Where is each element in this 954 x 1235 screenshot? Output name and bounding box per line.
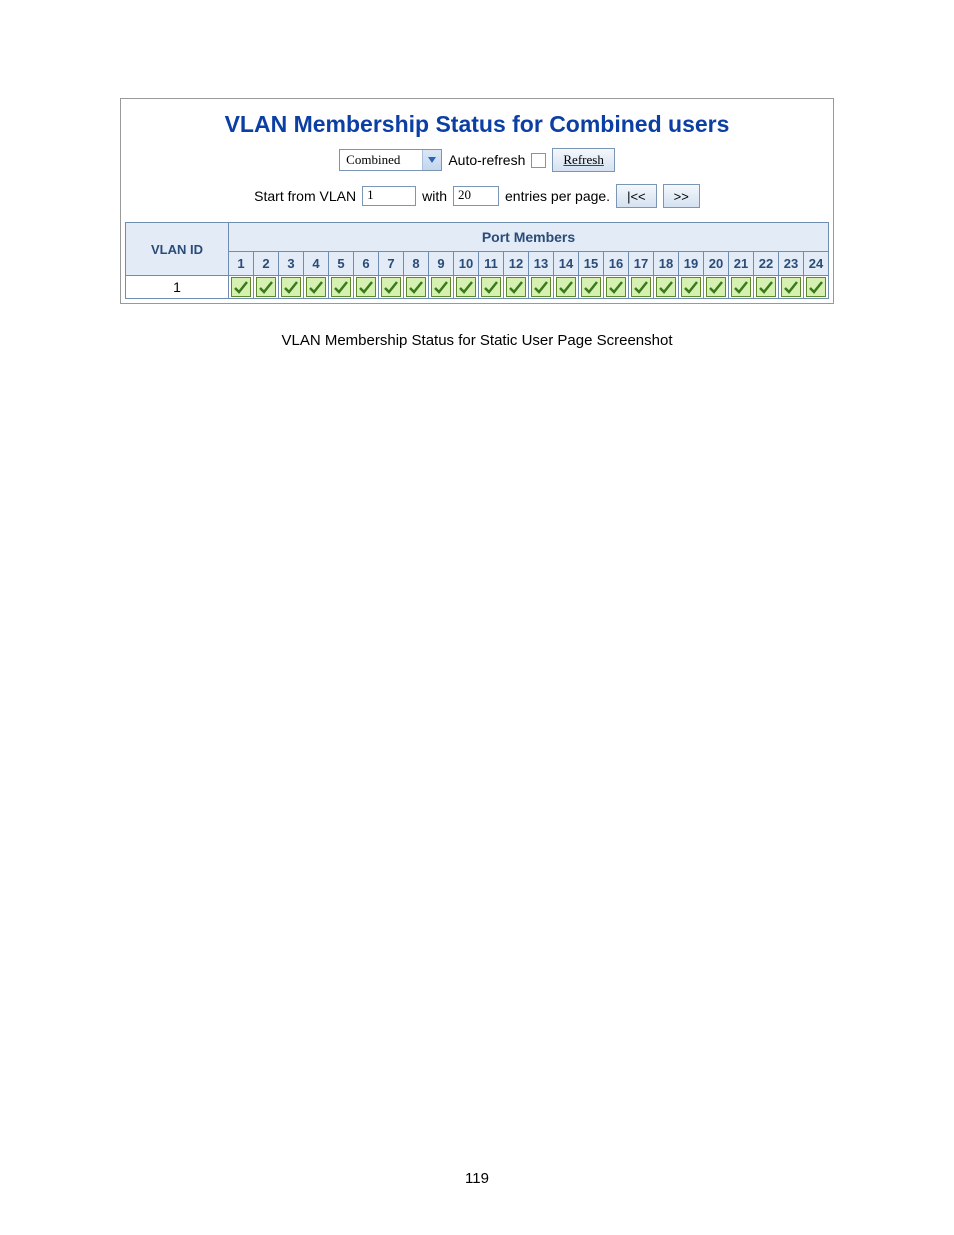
- vlan-id-header: VLAN ID: [126, 223, 229, 276]
- port-header-15: 15: [579, 252, 604, 276]
- check-icon: [531, 277, 551, 297]
- port-header-8: 8: [404, 252, 429, 276]
- check-icon: [431, 277, 451, 297]
- port-header-11: 11: [479, 252, 504, 276]
- port-header-24: 24: [804, 252, 829, 276]
- user-type-select[interactable]: Combined: [339, 149, 442, 171]
- check-icon: [656, 277, 676, 297]
- port-header-13: 13: [529, 252, 554, 276]
- check-icon: [731, 277, 751, 297]
- port-header-9: 9: [429, 252, 454, 276]
- page-number: 119: [0, 1170, 954, 1187]
- figure-caption: VLAN Membership Status for Static User P…: [0, 332, 954, 349]
- port-member-cell: [704, 276, 729, 299]
- port-member-cell: [604, 276, 629, 299]
- port-header-18: 18: [654, 252, 679, 276]
- table-head: VLAN ID Port Members 1234567891011121314…: [126, 223, 829, 276]
- port-member-cell: [629, 276, 654, 299]
- refresh-button[interactable]: Refresh: [552, 148, 614, 172]
- check-icon: [356, 277, 376, 297]
- port-header-12: 12: [504, 252, 529, 276]
- controls-row-2: Start from VLAN 1 with 20 entries per pa…: [121, 184, 833, 208]
- port-header-6: 6: [354, 252, 379, 276]
- table-row: 1: [126, 276, 829, 299]
- check-icon: [631, 277, 651, 297]
- port-header-7: 7: [379, 252, 404, 276]
- next-page-button[interactable]: >>: [663, 184, 700, 208]
- port-member-cell: [679, 276, 704, 299]
- vlan-membership-panel: VLAN Membership Status for Combined user…: [120, 98, 834, 304]
- port-header-2: 2: [254, 252, 279, 276]
- check-icon: [481, 277, 501, 297]
- port-member-cell: [504, 276, 529, 299]
- port-member-cell: [229, 276, 254, 299]
- port-header-16: 16: [604, 252, 629, 276]
- check-icon: [456, 277, 476, 297]
- port-header-10: 10: [454, 252, 479, 276]
- entries-per-page-label: entries per page.: [505, 188, 610, 204]
- with-label: with: [422, 188, 447, 204]
- port-member-cell: [779, 276, 804, 299]
- check-icon: [381, 277, 401, 297]
- port-header-4: 4: [304, 252, 329, 276]
- port-header-23: 23: [779, 252, 804, 276]
- check-icon: [556, 277, 576, 297]
- check-icon: [331, 277, 351, 297]
- port-header-17: 17: [629, 252, 654, 276]
- port-member-cell: [554, 276, 579, 299]
- port-header-1: 1: [229, 252, 254, 276]
- vlan-id-cell: 1: [126, 276, 229, 299]
- auto-refresh-label: Auto-refresh: [448, 152, 525, 168]
- check-icon: [281, 277, 301, 297]
- check-icon: [756, 277, 776, 297]
- port-member-cell: [279, 276, 304, 299]
- port-member-cell: [379, 276, 404, 299]
- check-icon: [681, 277, 701, 297]
- port-member-cell: [654, 276, 679, 299]
- check-icon: [606, 277, 626, 297]
- check-icon: [706, 277, 726, 297]
- table-body: 1: [126, 276, 829, 299]
- check-icon: [231, 277, 251, 297]
- auto-refresh-checkbox[interactable]: [531, 153, 546, 168]
- port-member-cell: [479, 276, 504, 299]
- port-member-cell: [754, 276, 779, 299]
- port-member-cell: [404, 276, 429, 299]
- controls-row-1: Combined Auto-refresh Refresh: [121, 148, 833, 172]
- check-icon: [506, 277, 526, 297]
- port-member-cell: [804, 276, 829, 299]
- first-page-button[interactable]: |<<: [616, 184, 657, 208]
- port-header-19: 19: [679, 252, 704, 276]
- start-vlan-input[interactable]: 1: [362, 186, 416, 206]
- check-icon: [781, 277, 801, 297]
- check-icon: [406, 277, 426, 297]
- port-member-cell: [729, 276, 754, 299]
- port-header-22: 22: [754, 252, 779, 276]
- port-member-cell: [354, 276, 379, 299]
- port-header-14: 14: [554, 252, 579, 276]
- user-type-select-value: Combined: [340, 152, 422, 168]
- port-member-cell: [579, 276, 604, 299]
- vlan-membership-table: VLAN ID Port Members 1234567891011121314…: [125, 222, 829, 299]
- port-members-header: Port Members: [229, 223, 829, 252]
- entries-per-page-input[interactable]: 20: [453, 186, 499, 206]
- check-icon: [256, 277, 276, 297]
- check-icon: [306, 277, 326, 297]
- check-icon: [806, 277, 826, 297]
- page-title: VLAN Membership Status for Combined user…: [121, 111, 833, 138]
- port-member-cell: [254, 276, 279, 299]
- check-icon: [581, 277, 601, 297]
- port-header-21: 21: [729, 252, 754, 276]
- port-header-20: 20: [704, 252, 729, 276]
- port-member-cell: [329, 276, 354, 299]
- port-header-5: 5: [329, 252, 354, 276]
- port-member-cell: [529, 276, 554, 299]
- chevron-down-icon: [422, 150, 441, 170]
- port-member-cell: [454, 276, 479, 299]
- port-header-3: 3: [279, 252, 304, 276]
- start-from-vlan-label: Start from VLAN: [254, 188, 356, 204]
- port-member-cell: [429, 276, 454, 299]
- port-member-cell: [304, 276, 329, 299]
